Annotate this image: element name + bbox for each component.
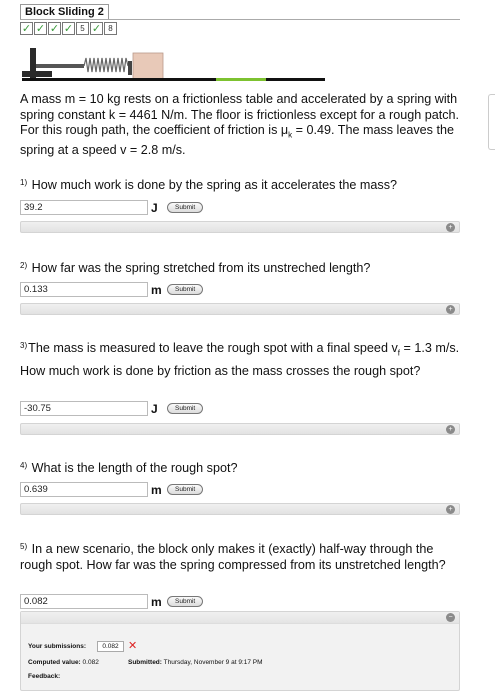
answer-row-5: m Submit [20, 593, 204, 610]
progress-box-7[interactable]: 8 [104, 22, 117, 35]
submitted-value: Thursday, November 9 at 9:17 PM [163, 659, 263, 666]
submitted-label: Submitted: [128, 659, 162, 666]
spring-plate [128, 61, 132, 75]
unit-5: m [151, 594, 162, 609]
unit-2: m [151, 282, 162, 297]
unit-1: J [151, 200, 158, 215]
submit-button-5[interactable]: Submit [167, 596, 204, 607]
expand-icon[interactable]: + [446, 505, 455, 514]
question-5-number: 5) [20, 542, 28, 551]
progress-box-4[interactable]: ✓ [62, 22, 75, 35]
question-3-text-c: How much work is done by friction as the… [20, 364, 421, 379]
answer-row-3: J Submit [20, 400, 204, 417]
question-2: 2) How far was the spring stretched from… [20, 258, 460, 277]
submit-button-1[interactable]: Submit [167, 202, 204, 213]
question-2-text: How far was the spring stretched from it… [31, 261, 371, 275]
spring-diagram [22, 48, 325, 81]
expand-icon[interactable]: + [446, 305, 455, 314]
question-5-text: In a new scenario, the block only makes … [20, 542, 446, 572]
block [132, 52, 164, 80]
question-3-text-b: = 1.3 m/s. [399, 341, 460, 355]
question-4: 4) What is the length of the rough spot? [20, 458, 460, 477]
submitted-row: Submitted: Thursday, November 9 at 9:17 … [128, 659, 263, 666]
question-1-number: 1) [20, 178, 28, 187]
wall-foot [22, 71, 52, 77]
problem-title: Block Sliding 2 [20, 4, 109, 19]
title-bar: Block Sliding 2 [20, 4, 460, 20]
x-icon: ✕ [128, 640, 138, 652]
feedback-bar-1[interactable]: + [20, 221, 460, 233]
unit-3: J [151, 401, 158, 416]
question-5: 5) In a new scenario, the block only mak… [20, 539, 460, 573]
answer-input-5[interactable] [20, 594, 148, 609]
question-3-number: 3) [20, 341, 28, 350]
feedback-panel-header[interactable]: − [21, 612, 459, 624]
spring-coil [83, 57, 129, 73]
progress-box-2[interactable]: ✓ [34, 22, 47, 35]
question-1: 1) How much work is done by the spring a… [20, 175, 460, 194]
feedback-bar-4[interactable]: + [20, 503, 460, 515]
submissions-label: Your submissions: [28, 643, 87, 650]
problem-statement: A mass m = 10 kg rests on a frictionless… [20, 92, 460, 158]
computed-value: 0.082 [82, 659, 99, 666]
progress-box-1[interactable]: ✓ [20, 22, 33, 35]
question-3: 3)The mass is measured to leave the roug… [20, 338, 460, 380]
spring-rod [36, 64, 84, 68]
submit-button-3[interactable]: Submit [167, 403, 204, 414]
question-4-number: 4) [20, 461, 28, 470]
computed-row: Computed value: 0.082 [28, 659, 99, 666]
feedback-label: Feedback: [28, 673, 61, 680]
feedback-panel: − Your submissions: 0.082 ✕ Computed val… [20, 611, 460, 691]
expand-icon[interactable]: + [446, 223, 455, 232]
floor [22, 78, 325, 81]
progress-box-6[interactable]: ✓ [90, 22, 103, 35]
collapse-icon[interactable]: − [446, 613, 455, 622]
progress-box-3[interactable]: ✓ [48, 22, 61, 35]
progress-box-5[interactable]: 5 [76, 22, 89, 35]
question-4-text: What is the length of the rough spot? [31, 461, 238, 475]
answer-row-2: m Submit [20, 281, 204, 298]
side-scroll-tab[interactable] [488, 94, 495, 150]
answer-row-4: m Submit [20, 481, 204, 498]
answer-input-1[interactable] [20, 200, 148, 215]
computed-label: Computed value: [28, 659, 81, 666]
submit-button-4[interactable]: Submit [167, 484, 204, 495]
unit-4: m [151, 482, 162, 497]
question-2-number: 2) [20, 261, 28, 270]
answer-row-1: J Submit [20, 199, 204, 216]
progress-boxes: ✓ ✓ ✓ ✓ 5 ✓ 8 [20, 22, 118, 35]
rough-patch [216, 78, 266, 81]
answer-input-2[interactable] [20, 282, 148, 297]
submission-value: 0.082 [97, 641, 124, 652]
feedback-bar-3[interactable]: + [20, 423, 460, 435]
answer-input-4[interactable] [20, 482, 148, 497]
question-1-text: How much work is done by the spring as i… [31, 178, 398, 192]
expand-icon[interactable]: + [446, 425, 455, 434]
question-3-text: The mass is measured to leave the rough … [28, 341, 398, 355]
submit-button-2[interactable]: Submit [167, 284, 204, 295]
answer-input-3[interactable] [20, 401, 148, 416]
feedback-bar-2[interactable]: + [20, 303, 460, 315]
